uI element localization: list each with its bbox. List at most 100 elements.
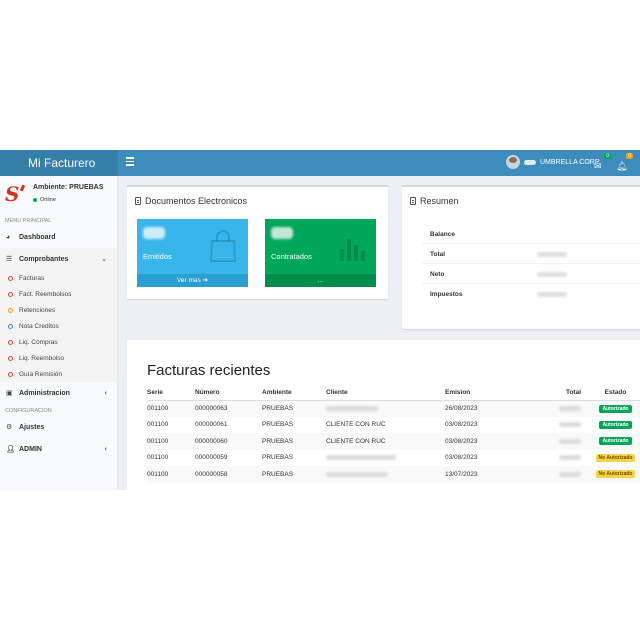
contratados-footer[interactable]: ... <box>265 274 376 287</box>
sidebar-item-label: ADMIN <box>19 445 42 453</box>
mail-icon[interactable]: ✉ 0 <box>594 153 611 171</box>
hamburger-menu-icon[interactable] <box>126 157 134 169</box>
cell-numero: 000000060 <box>195 433 262 450</box>
redacted-value <box>537 292 567 297</box>
cell-serie: 001100 <box>147 400 195 417</box>
status-badge: Autorizado <box>599 437 632 446</box>
sidebar-subitem[interactable]: Guía Remisión <box>0 366 117 382</box>
sidebar-subitem[interactable]: Liq. Compras <box>0 334 117 350</box>
bar-chart-icon <box>340 239 365 261</box>
arrow-circle-right-icon: ➜ <box>202 277 209 284</box>
table-row[interactable]: 001100 000000061 PRUEBAS CLIENTE CON RUC 03/… <box>147 417 640 434</box>
redacted-text <box>524 159 536 165</box>
cell-total <box>527 466 587 483</box>
ver-mas-link[interactable]: Ver mas ➜ <box>137 274 248 287</box>
cell-serie: 001100 <box>147 433 195 450</box>
sidebar-subitem-label: Guía Remisión <box>19 370 62 378</box>
sidebar: S Ambiente: PRUEBAS Online MENU PRINCIPA… <box>0 176 118 490</box>
circle-icon <box>8 355 13 361</box>
table-row[interactable]: 001100 000000058 PRUEBAS 13/07/2023 No Autor… <box>147 466 640 483</box>
user-menu[interactable]: UMBRELLA CORP <box>506 155 600 169</box>
cell-estado: Autorizado <box>587 417 640 434</box>
cell-emision: 03/08/2023 <box>445 421 478 429</box>
sidebar-subitem-label: Liq. Compras <box>19 338 58 346</box>
sidebar-item-dashboard[interactable]: ◕ Dashboard <box>0 226 117 248</box>
table-row[interactable]: 001100 000000063 PRUEBAS 26/08/2023 Autoriza… <box>147 400 640 417</box>
chevron-down-icon: ⌄ <box>101 256 107 263</box>
redacted-text <box>326 405 378 411</box>
cell-estado: Autorizado <box>587 433 640 450</box>
resumen-box: Resumen Balance Total Neto Impuestos <box>402 185 640 329</box>
status-badge: Autorizado <box>599 404 632 413</box>
cell-estado: Autorizado <box>587 400 640 417</box>
document-icon <box>135 197 141 205</box>
divider <box>422 243 640 244</box>
sidebar-item-ajustes[interactable]: ⚙ Ajustes <box>0 416 117 438</box>
cell-cliente: CLIENTE CON RUC <box>326 421 386 429</box>
sidebar-item-admin[interactable]: 👤︎ ADMIN ‹ <box>0 438 117 460</box>
col-total: Total <box>527 386 587 401</box>
contratados-tile: Contratados ... <box>265 219 376 287</box>
cell-ambiente: PRUEBAS <box>262 400 326 417</box>
online-status: Online <box>33 197 56 203</box>
cell-ambiente: PRUEBAS <box>262 421 294 429</box>
sidebar-subitem[interactable]: Retenciones <box>0 302 117 318</box>
facturas-title: Facturas recientes <box>147 362 271 379</box>
circle-icon <box>8 307 13 313</box>
bell-badge: 0 <box>626 153 633 159</box>
col-emision: Emision <box>445 386 527 401</box>
sidebar-item-comprobantes[interactable]: ☰ Comprobantes ⌄ <box>0 248 117 270</box>
documentos-title: Documentos Electronicos <box>135 196 247 206</box>
redacted-value <box>559 455 581 461</box>
cell-ambiente: PRUEBAS <box>262 454 294 462</box>
sidebar-item-administracion[interactable]: ▣ Administracion ‹ <box>0 382 117 404</box>
divider <box>422 283 640 284</box>
sidebar-subitem-label: Liq. Reembolso <box>19 354 65 362</box>
mail-badge: 0 <box>604 153 611 159</box>
sidebar-subitem[interactable]: Facturas <box>0 270 117 286</box>
cell-cliente <box>326 400 445 417</box>
gears-icon: ⚙ <box>6 424 13 431</box>
documentos-title-text: Documentos Electronicos <box>145 196 248 206</box>
sidebar-subitem[interactable]: Fact. Reembolsos <box>0 286 117 302</box>
sidebar-subitem[interactable]: Nota Creditos <box>0 318 117 334</box>
sidebar-subitem-label: Retenciones <box>19 306 56 314</box>
sidebar-item-label: Comprobantes <box>19 255 69 263</box>
app-logo-icon: S <box>5 182 20 206</box>
cell-cliente: CLIENTE CON RUC <box>326 433 445 450</box>
sidebar-subitem-label: Nota Creditos <box>19 322 59 330</box>
resumen-title-text: Resumen <box>420 196 459 206</box>
sidebar-subitem[interactable]: Liq. Reembolso <box>0 350 117 366</box>
redacted-value <box>559 471 581 477</box>
sidebar-subitem-label: Facturas <box>19 274 45 282</box>
table-row[interactable]: 001100 000000060 PRUEBAS CLIENTE CON RUC 03/… <box>147 433 640 450</box>
redacted-value <box>559 438 581 444</box>
resumen-title: Resumen <box>410 196 459 206</box>
status-badge: No Autorizado <box>595 470 636 479</box>
cell-total <box>527 450 587 467</box>
user-name: UMBRELLA CORP <box>540 158 600 166</box>
bell-icon[interactable]: 🔔︎ 0 <box>616 153 633 171</box>
app-window: Mi Facturero UMBRELLA CORP ✉ 0 🔔︎ 0 S Am… <box>0 150 640 490</box>
col-serie: Serie <box>147 386 195 401</box>
total-label: Total <box>430 251 446 258</box>
cell-total <box>527 433 587 450</box>
circle-icon <box>8 339 13 345</box>
table-row[interactable]: 001100 000000059 PRUEBAS 03/08/2023 No Autor… <box>147 450 640 467</box>
cell-serie: 001100 <box>147 466 195 483</box>
table-header-row: Serie Número Ambiente Cliente Emision To… <box>147 386 640 401</box>
chevron-left-icon: ‹ <box>104 445 107 453</box>
main-content: Documentos Electronicos Emitidos Ver mas… <box>118 176 640 490</box>
sidebar-item-label: Administracion <box>19 389 70 397</box>
redacted-value <box>537 272 567 277</box>
redacted-value <box>559 422 581 428</box>
cell-emision: 03/08/2023 <box>445 433 527 450</box>
brand-logo[interactable]: Mi Facturero <box>0 150 118 176</box>
redacted-value <box>537 252 567 257</box>
facturas-table: Serie Número Ambiente Cliente Emision To… <box>147 386 640 483</box>
avatar <box>506 155 520 169</box>
sidebar-item-label: Dashboard <box>19 233 56 241</box>
cell-emision: 26/08/2023 <box>445 400 527 417</box>
col-ambiente: Ambiente <box>262 386 326 401</box>
neto-label: Neto <box>430 271 445 278</box>
